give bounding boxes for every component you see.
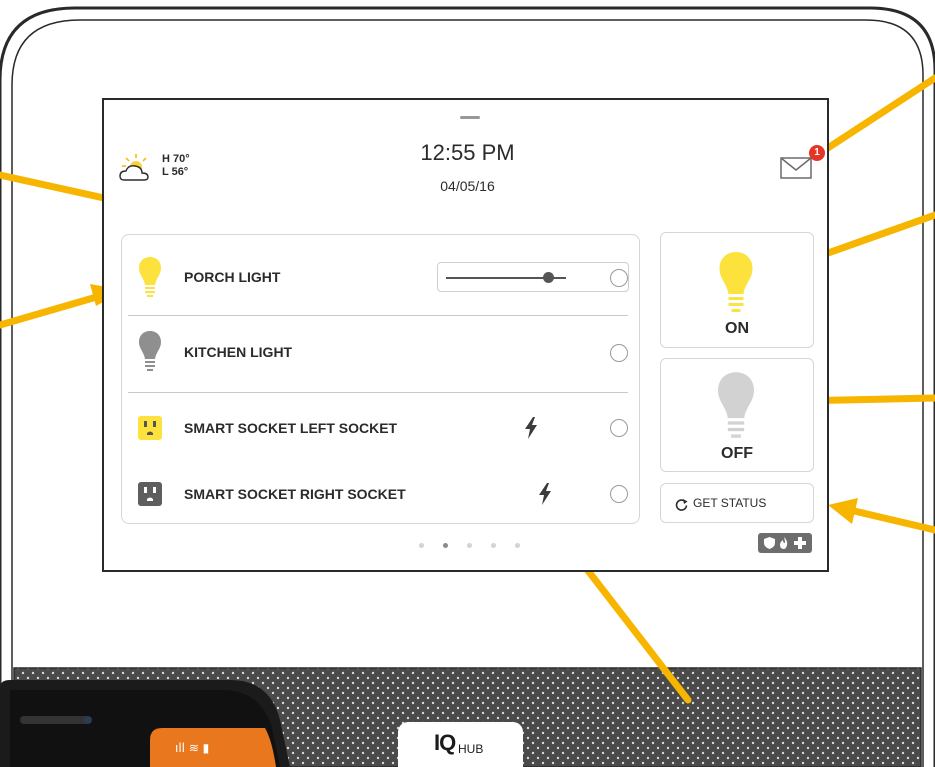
- list-item-porch-light[interactable]: PORCH LIGHT: [122, 249, 641, 307]
- list-item-right-socket[interactable]: SMART SOCKET RIGHT SOCKET: [122, 471, 641, 517]
- page-dot[interactable]: [515, 543, 520, 548]
- on-label: ON: [725, 320, 749, 337]
- select-radio[interactable]: [610, 419, 628, 437]
- socket-on-icon: [138, 416, 162, 440]
- all-on-button[interactable]: ON: [660, 232, 814, 348]
- page-indicator: [419, 543, 529, 551]
- plus-icon: [794, 537, 806, 549]
- select-radio[interactable]: [610, 344, 628, 362]
- lightning-icon: [525, 417, 537, 439]
- svg-text:ıll ≋ ▮: ıll ≋ ▮: [175, 741, 209, 755]
- device-label: KITCHEN LIGHT: [184, 344, 293, 360]
- divider: [128, 315, 628, 316]
- device-label: SMART SOCKET LEFT SOCKET: [184, 420, 398, 436]
- bulb-on-icon: [719, 252, 753, 312]
- device-label: SMART SOCKET RIGHT SOCKET: [184, 486, 406, 502]
- get-status-label: GET STATUS: [693, 496, 767, 510]
- dimmer-slider[interactable]: [437, 262, 629, 292]
- list-item-kitchen-light[interactable]: KITCHEN LIGHT: [122, 327, 641, 377]
- get-status-button[interactable]: GET STATUS: [660, 483, 814, 523]
- lightning-icon: [539, 483, 551, 505]
- page-dot[interactable]: [419, 543, 424, 548]
- logo-mark: IQ: [434, 730, 456, 755]
- shield-icon: [764, 537, 775, 549]
- clock-time: 12:55 PM: [420, 140, 515, 165]
- device-label: PORCH LIGHT: [184, 269, 281, 285]
- logo-text: HUB: [458, 742, 484, 756]
- bulb-off-icon: [718, 372, 754, 438]
- slider-knob[interactable]: [543, 272, 554, 283]
- divider: [128, 392, 628, 393]
- touchscreen: H 70° L 56° 12:55 PM 04/05/16 1 PORCH LI…: [102, 98, 829, 572]
- socket-off-icon: [138, 482, 162, 506]
- phone-illustration: ıll ≋ ▮: [0, 680, 290, 767]
- device-list: PORCH LIGHT KITCHEN LIGHT SMART SOCKET L…: [121, 234, 640, 524]
- page-dot[interactable]: [443, 543, 448, 548]
- page-dot[interactable]: [491, 543, 496, 548]
- pull-down-handle[interactable]: [460, 116, 480, 119]
- page-dot[interactable]: [467, 543, 472, 548]
- list-item-left-socket[interactable]: SMART SOCKET LEFT SOCKET: [122, 405, 641, 451]
- clock-date: 04/05/16: [440, 178, 495, 194]
- hub-logo: IQ HUB: [398, 722, 523, 767]
- bulb-on-icon: [139, 257, 161, 297]
- flame-icon: [780, 537, 788, 549]
- security-status-bar[interactable]: [758, 533, 812, 553]
- envelope-icon[interactable]: [780, 156, 814, 180]
- select-radio[interactable]: [610, 485, 628, 503]
- all-off-button[interactable]: OFF: [660, 358, 814, 472]
- off-label: OFF: [721, 445, 753, 462]
- weather-low: L 56°: [162, 166, 189, 178]
- refresh-icon: [675, 499, 688, 511]
- select-radio[interactable]: [610, 269, 628, 287]
- bulb-off-icon: [139, 331, 161, 371]
- unread-badge: 1: [809, 145, 825, 161]
